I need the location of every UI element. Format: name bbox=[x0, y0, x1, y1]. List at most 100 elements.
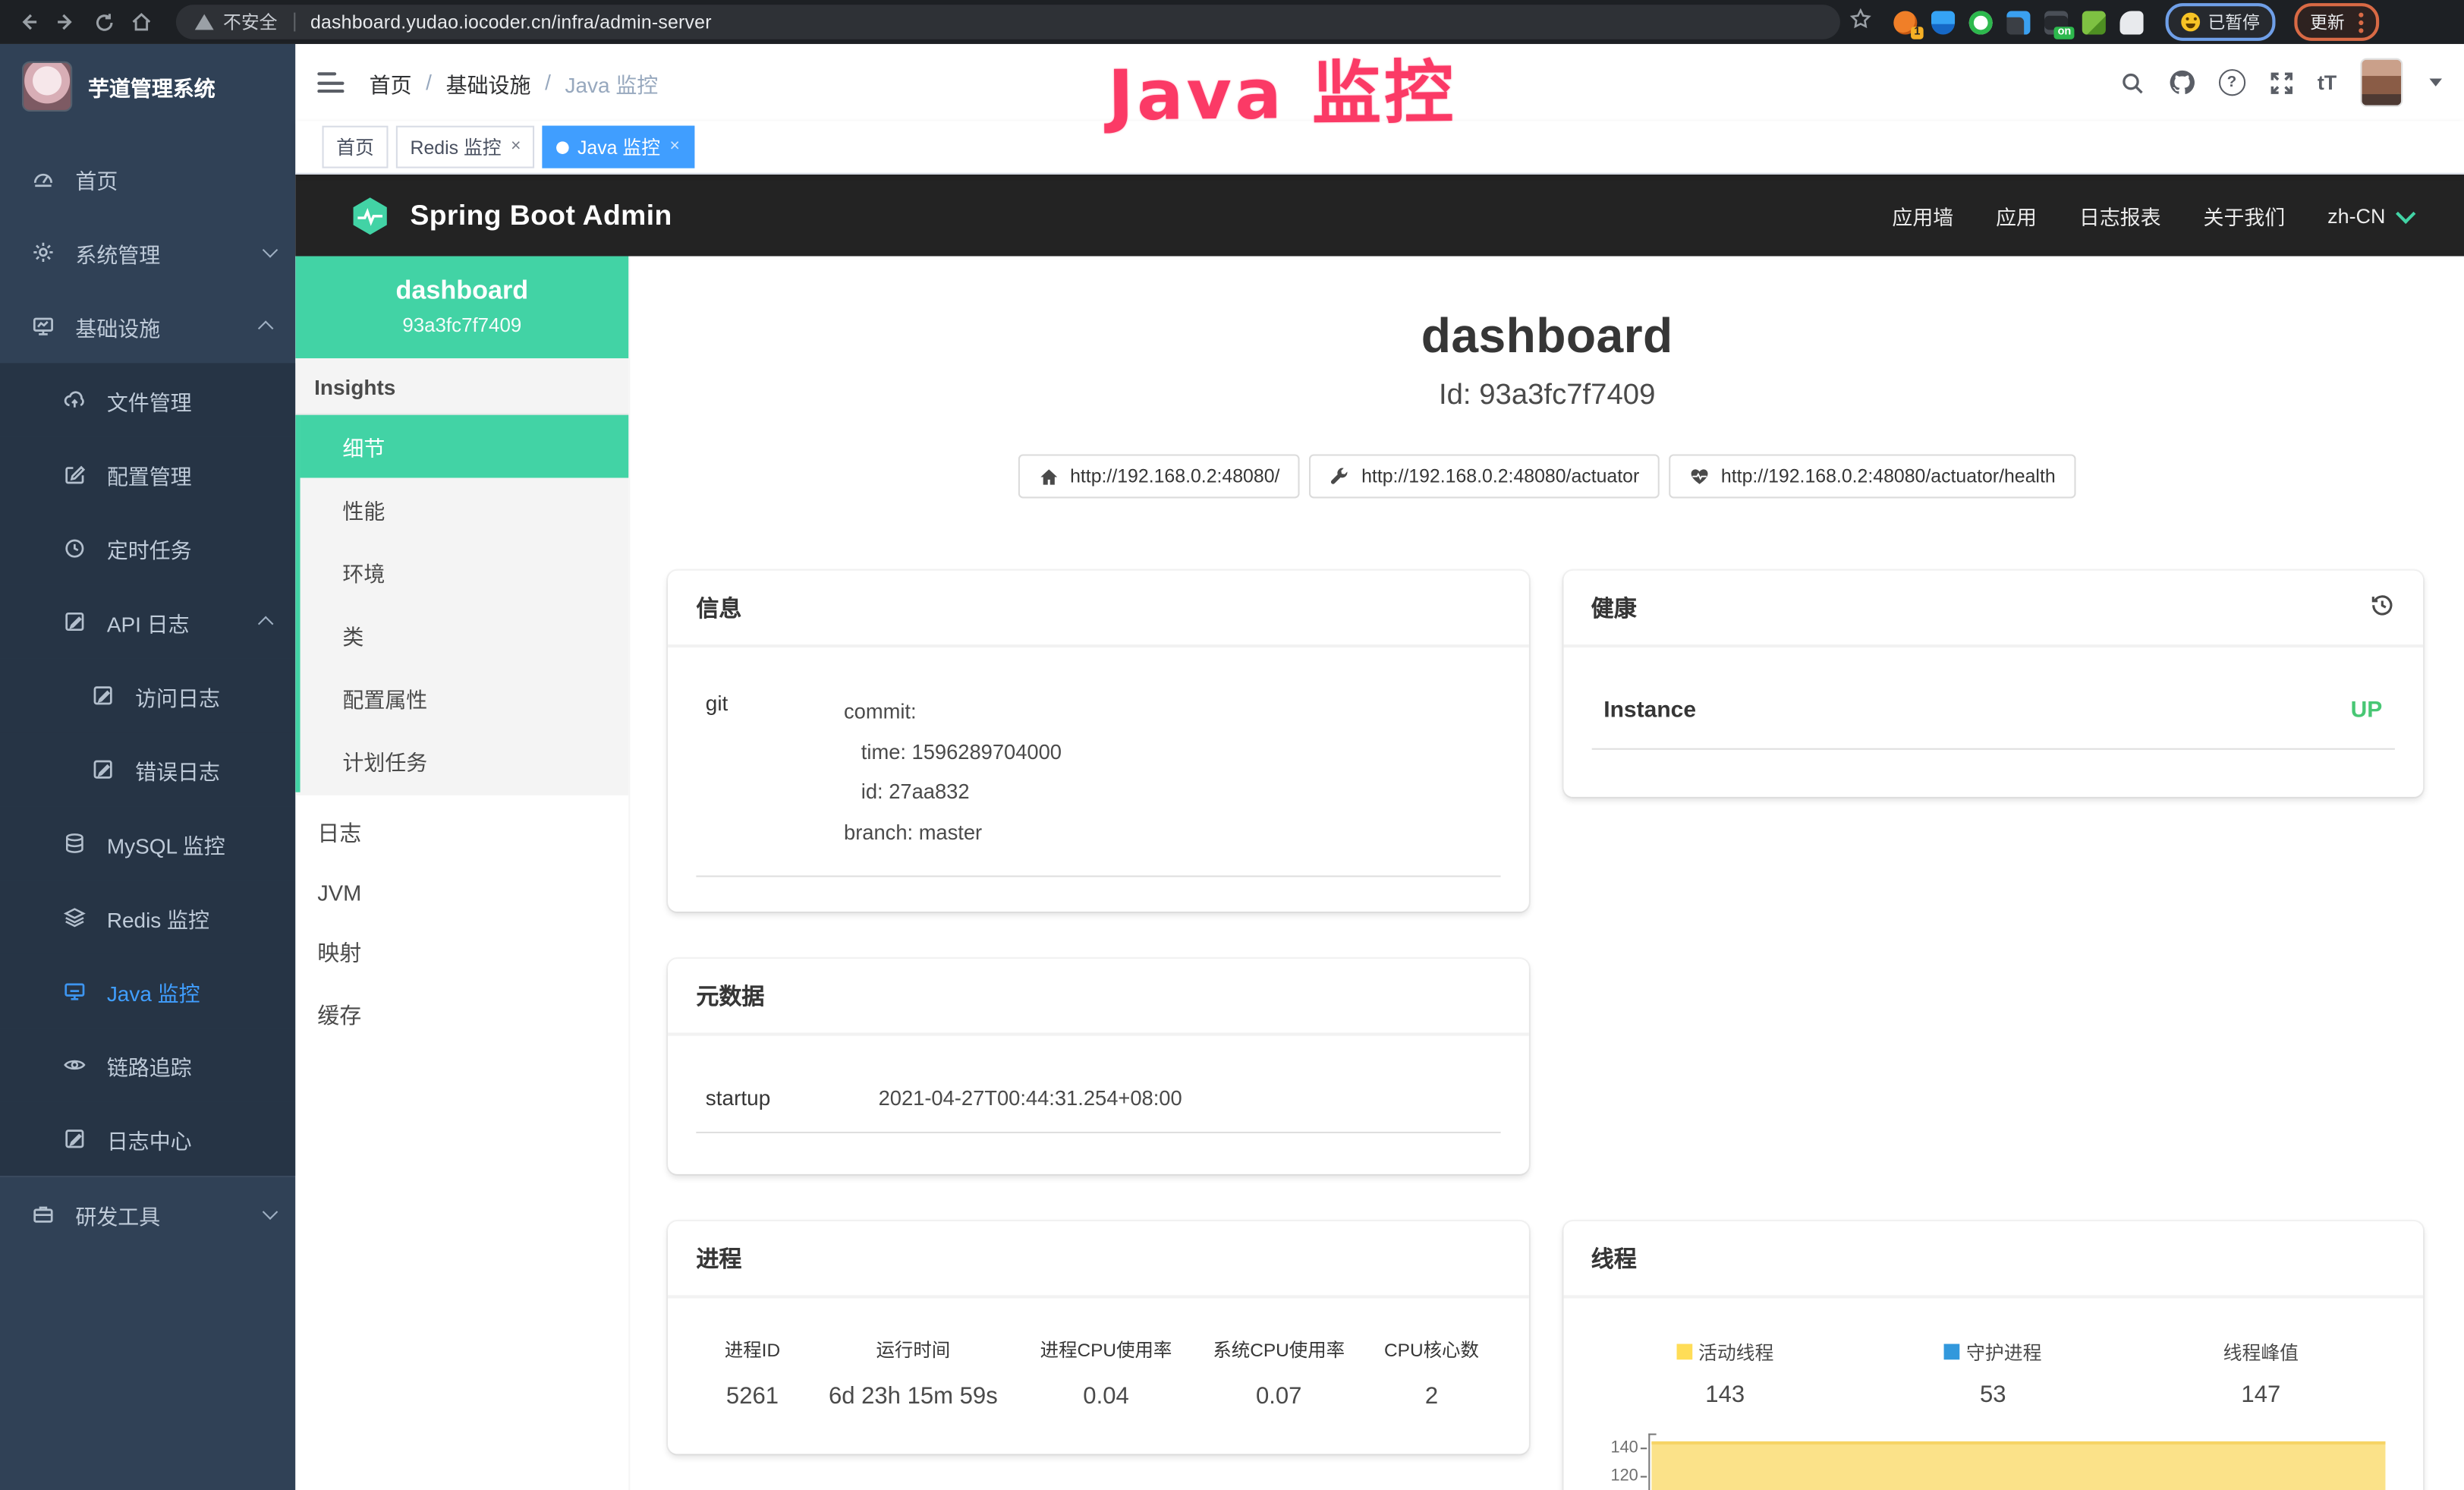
sidebar-item-jobs[interactable]: 定时任务 bbox=[0, 511, 295, 584]
fullscreen-icon[interactable] bbox=[2269, 70, 2294, 95]
sba-language-select[interactable]: zh-CN bbox=[2327, 203, 2410, 227]
sidebar-item-access-log[interactable]: 访问日志 bbox=[0, 659, 295, 732]
github-icon[interactable] bbox=[2168, 69, 2195, 96]
extension-puzzle-icon[interactable] bbox=[2119, 10, 2143, 33]
sidebar-item-devtools[interactable]: 研发工具 bbox=[0, 1176, 295, 1251]
metadata-card-title: 元数据 bbox=[696, 979, 764, 1012]
paused-label: 已暂停 bbox=[2208, 9, 2259, 34]
sidebar-item-log-center[interactable]: 日志中心 bbox=[0, 1102, 295, 1176]
sidebar-item-system[interactable]: 系统管理 bbox=[0, 216, 295, 289]
extension-grid-icon[interactable] bbox=[2006, 10, 2030, 33]
text-size-icon[interactable]: tT bbox=[2318, 71, 2337, 94]
sidebar-item-error-log[interactable]: 错误日志 bbox=[0, 732, 295, 806]
sidebar-item-java-monitor[interactable]: Java 监控 bbox=[0, 954, 295, 1028]
sidebar-logo-row[interactable]: 芋道管理系统 bbox=[0, 44, 295, 129]
menu-item-caches[interactable]: 缓存 bbox=[295, 984, 628, 1047]
sidebar-item-redis[interactable]: Redis 监控 bbox=[0, 880, 295, 954]
breadcrumb-home[interactable]: 首页 bbox=[370, 67, 412, 98]
sba-nav-wallboard[interactable]: 应用墙 bbox=[1892, 200, 1953, 230]
menu-item-logs[interactable]: 日志 bbox=[295, 802, 628, 865]
tab-home[interactable]: 首页 bbox=[323, 126, 389, 169]
menu-item-metrics[interactable]: 性能 bbox=[301, 478, 629, 541]
tab-redis-monitor[interactable]: Redis 监控 × bbox=[396, 126, 535, 169]
legend-live: 活动线程 bbox=[1591, 1339, 1859, 1366]
sidebar-item-infra[interactable]: 基础设施 bbox=[0, 289, 295, 363]
close-icon[interactable]: × bbox=[511, 138, 521, 156]
extension-pin-icon[interactable] bbox=[1931, 10, 1955, 33]
sidebar-item-files[interactable]: 文件管理 bbox=[0, 363, 295, 436]
hamburger-icon[interactable] bbox=[317, 72, 344, 93]
sba-nav-about[interactable]: 关于我们 bbox=[2204, 200, 2286, 230]
menu-item-config-props[interactable]: 配置属性 bbox=[301, 666, 629, 729]
menu-item-mappings[interactable]: 映射 bbox=[295, 921, 628, 984]
extension-switch-icon[interactable]: on bbox=[2044, 10, 2068, 33]
col-header: 系统CPU使用率 bbox=[1194, 1336, 1363, 1362]
process-id-value: 5261 bbox=[696, 1383, 808, 1410]
user-avatar[interactable] bbox=[2360, 58, 2403, 107]
chrome-menu-icon[interactable] bbox=[2359, 20, 2363, 24]
threads-chart: 140 120 100 bbox=[1591, 1433, 2395, 1490]
threads-values: 143 53 147 bbox=[1591, 1381, 2395, 1408]
address-bar[interactable]: 不安全 dashboard.yudao.iocoder.cn/infra/adm… bbox=[176, 5, 1840, 39]
sidebar-menu: 首页 系统管理 基础设施 文件管理 配置管理 bbox=[0, 141, 295, 1251]
user-menu-caret-icon[interactable] bbox=[2429, 79, 2442, 87]
cloud-upload-icon bbox=[63, 388, 87, 411]
sidebar-item-api-log[interactable]: API 日志 bbox=[0, 584, 295, 658]
bookmark-star-icon[interactable] bbox=[1849, 7, 1871, 36]
chart-y-axis: 140 120 100 bbox=[1591, 1433, 1648, 1490]
search-icon[interactable] bbox=[2119, 70, 2145, 95]
menu-item-environment[interactable]: 环境 bbox=[301, 540, 629, 603]
insights-label: Insights bbox=[295, 358, 628, 415]
live-threads-area-series bbox=[1651, 1441, 2385, 1490]
health-url-button[interactable]: http://192.168.0.2:48080/actuator/health bbox=[1669, 454, 2076, 498]
sidebar-item-config[interactable]: 配置管理 bbox=[0, 437, 295, 511]
sba-nav: 应用墙 应用 日志报表 关于我们 zh-CN bbox=[1892, 200, 2410, 230]
threads-legend: 活动线程 守护进程 线程峰值 bbox=[1591, 1339, 2395, 1366]
instance-header[interactable]: dashboard 93a3fc7f7409 bbox=[295, 257, 628, 359]
sba-nav-applications[interactable]: 应用 bbox=[1996, 200, 2037, 230]
extension-evernote-icon[interactable] bbox=[2082, 10, 2106, 33]
service-url-button[interactable]: http://192.168.0.2:48080/ bbox=[1018, 454, 1301, 498]
metadata-value: 2021-04-27T00:44:31.254+08:00 bbox=[879, 1086, 1182, 1110]
extension-on-badge: on bbox=[2054, 26, 2074, 39]
menu-item-jvm[interactable]: JVM bbox=[295, 865, 628, 921]
heartbeat-icon bbox=[1690, 466, 1710, 487]
chrome-update-button[interactable]: 更新 bbox=[2294, 3, 2379, 41]
log-edit-icon bbox=[91, 684, 115, 707]
col-header: 进程CPU使用率 bbox=[1018, 1336, 1194, 1362]
actuator-url-button[interactable]: http://192.168.0.2:48080/actuator bbox=[1310, 454, 1660, 498]
browser-forward-icon[interactable] bbox=[50, 6, 81, 37]
sidebar-item-home[interactable]: 首页 bbox=[0, 141, 295, 215]
instance-details: dashboard Id: 93a3fc7f7409 http://192.16… bbox=[630, 257, 2464, 1490]
instance-label: Instance bbox=[1603, 698, 1696, 723]
breadcrumb-infra[interactable]: 基础设施 bbox=[446, 67, 531, 98]
help-icon[interactable]: ? bbox=[2218, 69, 2245, 96]
extension-yuque-icon[interactable] bbox=[1969, 10, 1993, 33]
insecure-warning-icon bbox=[195, 14, 214, 30]
browser-home-icon[interactable] bbox=[126, 6, 157, 37]
breadcrumb-separator: / bbox=[545, 71, 551, 94]
info-key: git bbox=[706, 691, 844, 853]
process-table: 进程ID 运行时间 进程CPU使用率 系统CPU使用率 CPU核心数 5261 … bbox=[696, 1336, 1499, 1410]
breadcrumb-separator: / bbox=[426, 71, 432, 94]
browser-back-icon[interactable] bbox=[13, 6, 44, 37]
menu-item-classes[interactable]: 类 bbox=[301, 603, 629, 666]
legend-daemon: 守护进程 bbox=[1859, 1339, 2127, 1366]
legend-swatch-blue bbox=[1944, 1344, 1960, 1360]
sba-brand[interactable]: Spring Boot Admin bbox=[349, 194, 672, 237]
profile-paused-chip[interactable]: 已暂停 bbox=[2166, 3, 2276, 41]
menu-item-details[interactable]: 细节 bbox=[301, 415, 629, 478]
sidebar-item-tracing[interactable]: 链路追踪 bbox=[0, 1028, 295, 1101]
tab-java-monitor[interactable]: Java 监控 × bbox=[543, 126, 694, 169]
browser-reload-icon[interactable] bbox=[88, 6, 119, 37]
sidebar-item-mysql[interactable]: MySQL 监控 bbox=[0, 806, 295, 880]
extensions-row: 1 on bbox=[1893, 10, 2143, 33]
breadcrumb: 首页 / 基础设施 / Java 监控 bbox=[370, 67, 659, 98]
sba-nav-journal[interactable]: 日志报表 bbox=[2079, 200, 2161, 230]
endpoint-links: http://192.168.0.2:48080/ http://192.168… bbox=[630, 454, 2464, 498]
extension-colorzilla-icon[interactable]: 1 bbox=[1893, 10, 1917, 33]
close-icon[interactable]: × bbox=[669, 138, 679, 156]
history-icon[interactable] bbox=[2370, 592, 2395, 623]
threads-card-title: 线程 bbox=[1591, 1242, 1637, 1274]
menu-item-scheduled-tasks[interactable]: 计划任务 bbox=[301, 729, 629, 792]
